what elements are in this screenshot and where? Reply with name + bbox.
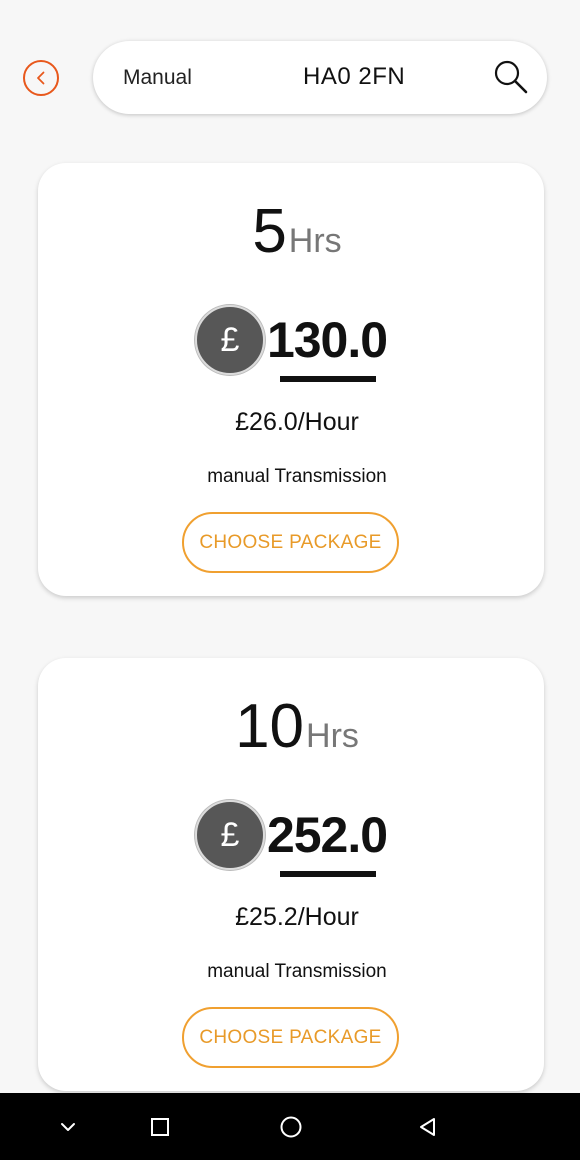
transmission-type: manual Transmission bbox=[207, 961, 387, 982]
hours-value: 10 bbox=[235, 692, 305, 761]
choose-package-button[interactable]: CHOOSE PACKAGE bbox=[182, 512, 399, 573]
transmission-type: manual Transmission bbox=[207, 466, 387, 487]
hours-value: 5 bbox=[252, 197, 287, 266]
system-nav-bar bbox=[0, 1093, 580, 1160]
back-button[interactable] bbox=[23, 60, 59, 96]
price-value: 130.0 bbox=[266, 312, 388, 368]
hours-unit: Hrs bbox=[288, 222, 342, 260]
hourly-rate: £25.2/Hour bbox=[235, 903, 359, 931]
hours-unit: Hrs bbox=[306, 717, 359, 755]
app-screen: Manual HA0 2FN 5 Hrs £ 130.0 £26.0/Hour … bbox=[0, 0, 580, 1160]
postcode-value[interactable]: HA0 2FN bbox=[303, 63, 405, 91]
pound-currency-icon: £ bbox=[194, 800, 265, 870]
search-bar[interactable]: Manual HA0 2FN bbox=[93, 41, 547, 114]
transmission-mode-label[interactable]: Manual bbox=[123, 66, 192, 90]
hourly-rate: £26.0/Hour bbox=[235, 408, 359, 436]
search-icon[interactable] bbox=[493, 59, 529, 100]
back-triangle-icon[interactable] bbox=[414, 1113, 442, 1141]
chevron-left-icon bbox=[37, 71, 45, 85]
pound-currency-icon: £ bbox=[194, 305, 265, 375]
package-duration: 5 Hrs bbox=[38, 201, 544, 263]
package-card: 10 Hrs £ 252.0 £25.2/Hour manual Transmi… bbox=[38, 658, 544, 1091]
price-value: 252.0 bbox=[266, 807, 388, 863]
package-duration: 10 Hrs bbox=[38, 696, 544, 758]
recents-square-icon[interactable] bbox=[146, 1113, 174, 1141]
package-card: 5 Hrs £ 130.0 £26.0/Hour manual Transmis… bbox=[38, 163, 544, 596]
package-price: £ 252.0 bbox=[38, 800, 544, 870]
package-price: £ 130.0 bbox=[38, 305, 544, 375]
home-circle-icon[interactable] bbox=[277, 1113, 305, 1141]
choose-package-button[interactable]: CHOOSE PACKAGE bbox=[182, 1007, 399, 1068]
chevron-down-icon[interactable] bbox=[54, 1113, 82, 1141]
price-underline bbox=[280, 871, 376, 877]
price-underline bbox=[280, 376, 376, 382]
